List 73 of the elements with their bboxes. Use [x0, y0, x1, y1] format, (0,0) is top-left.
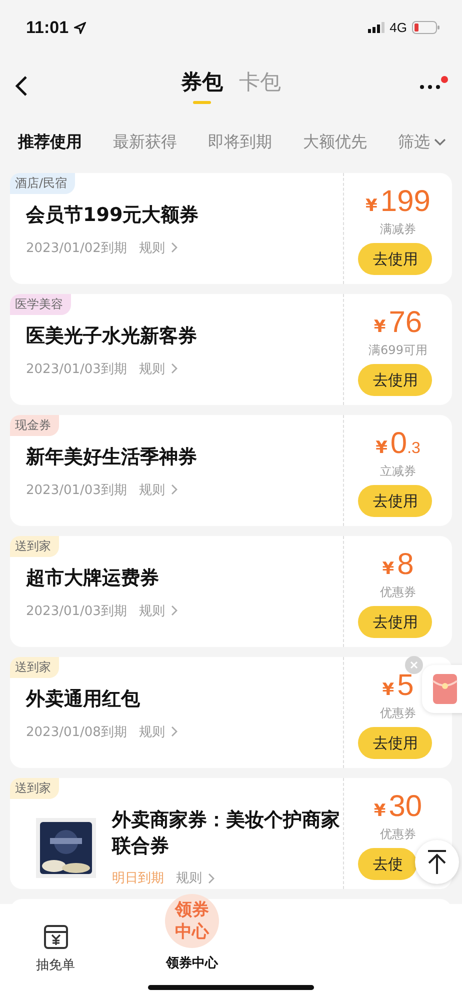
coupon-title: 外卖商家券：美妆个护商家联合券 — [112, 808, 341, 859]
status-time: 11:01 — [26, 18, 69, 38]
coupon-type: 满699可用 — [368, 342, 428, 359]
header-tab[interactable]: 券包 — [181, 68, 223, 104]
category-tag: 送到家 — [10, 657, 59, 678]
filter-tab[interactable]: 筛选 — [398, 132, 446, 152]
nav-item[interactable]: 抽免单 — [36, 904, 75, 1000]
chevron-right-icon — [170, 605, 178, 616]
use-button[interactable]: 去使用 — [358, 243, 432, 275]
envelope-icon — [432, 673, 458, 705]
ticket-icon — [42, 924, 68, 950]
category-tag: 现金券 — [10, 415, 59, 436]
amount-fraction: .3 — [407, 440, 420, 458]
chevron-right-icon — [170, 726, 178, 738]
use-button[interactable]: 去使 — [358, 848, 417, 880]
coupon-type: 满减券 — [380, 221, 416, 238]
currency-sign: ¥ — [382, 680, 394, 700]
expiry-date: 2023/01/03到期 — [26, 360, 127, 378]
coupon-type: 优惠券 — [380, 705, 416, 722]
battery-icon — [412, 21, 440, 34]
coupon-type: 立减券 — [380, 463, 416, 480]
use-button[interactable]: 去使用 — [358, 727, 432, 759]
expiry-date: 2023/01/08到期 — [26, 724, 127, 741]
use-button[interactable]: 去使用 — [358, 485, 432, 517]
coupon-amount: 76 — [388, 306, 422, 340]
currency-sign: ¥ — [366, 196, 378, 216]
chevron-right-icon — [170, 484, 178, 496]
coupon-type: 优惠券 — [380, 584, 416, 601]
rules-link[interactable]: 规则 — [176, 869, 202, 888]
coupon-title: 外卖通用红包 — [26, 687, 141, 712]
use-button[interactable]: 去使用 — [358, 606, 432, 638]
currency-sign: ¥ — [376, 438, 388, 458]
back-icon[interactable] — [14, 75, 28, 97]
category-tag: 送到家 — [10, 536, 59, 557]
coupon-amount: 30 — [388, 790, 422, 824]
coupon-amount: 199 — [380, 185, 430, 219]
chevron-right-icon — [170, 363, 178, 374]
currency-sign: ¥ — [374, 317, 386, 337]
rules-link[interactable]: 规则 — [138, 722, 165, 741]
coupon-title: 新年美好生活季神券 — [26, 445, 197, 470]
rules-link[interactable]: 规则 — [138, 238, 165, 257]
filter-tab[interactable]: 即将到期 — [208, 132, 272, 152]
currency-sign: ¥ — [382, 559, 394, 579]
rules-link[interactable]: 规则 — [138, 360, 165, 378]
chevron-right-icon — [208, 872, 215, 884]
category-tag: 送到家 — [10, 778, 59, 799]
filter-tab[interactable]: 最新获得 — [113, 132, 177, 152]
chevron-down-icon — [434, 138, 446, 146]
expiry-date: 2023/01/03到期 — [26, 602, 127, 620]
expiry-date: 2023/01/03到期 — [26, 482, 127, 499]
expiry-date: 明日到期 — [112, 870, 164, 888]
coupon-amount: 8 — [397, 548, 414, 582]
coupon-amount: 5 — [397, 669, 414, 703]
signal-icon — [368, 22, 385, 33]
coupon-title: 超市大牌运费券 — [26, 566, 160, 591]
category-tag: 酒店/民宿 — [10, 173, 76, 194]
arrow-up-icon — [426, 849, 448, 875]
coupon-title: 会员节199元大额券 — [26, 203, 199, 228]
expiry-date: 2023/01/02到期 — [26, 240, 127, 257]
network-label: 4G — [390, 20, 407, 35]
category-tag: 医学美容 — [10, 294, 71, 315]
coupon-amount: 0 — [390, 427, 408, 461]
chevron-right-icon — [170, 242, 178, 254]
rules-link[interactable]: 规则 — [138, 480, 165, 499]
currency-sign: ¥ — [374, 801, 386, 821]
coupon-title: 医美光子水光新客券 — [26, 324, 197, 349]
filter-tab[interactable]: 推荐使用 — [18, 132, 82, 152]
rules-link[interactable]: 规则 — [138, 602, 165, 620]
use-button[interactable]: 去使用 — [358, 364, 432, 396]
coupon-type: 优惠券 — [380, 826, 416, 843]
filter-tab[interactable]: 大额优先 — [303, 132, 367, 152]
header-tab[interactable]: 卡包 — [239, 68, 281, 104]
location-arrow-icon — [74, 22, 86, 34]
